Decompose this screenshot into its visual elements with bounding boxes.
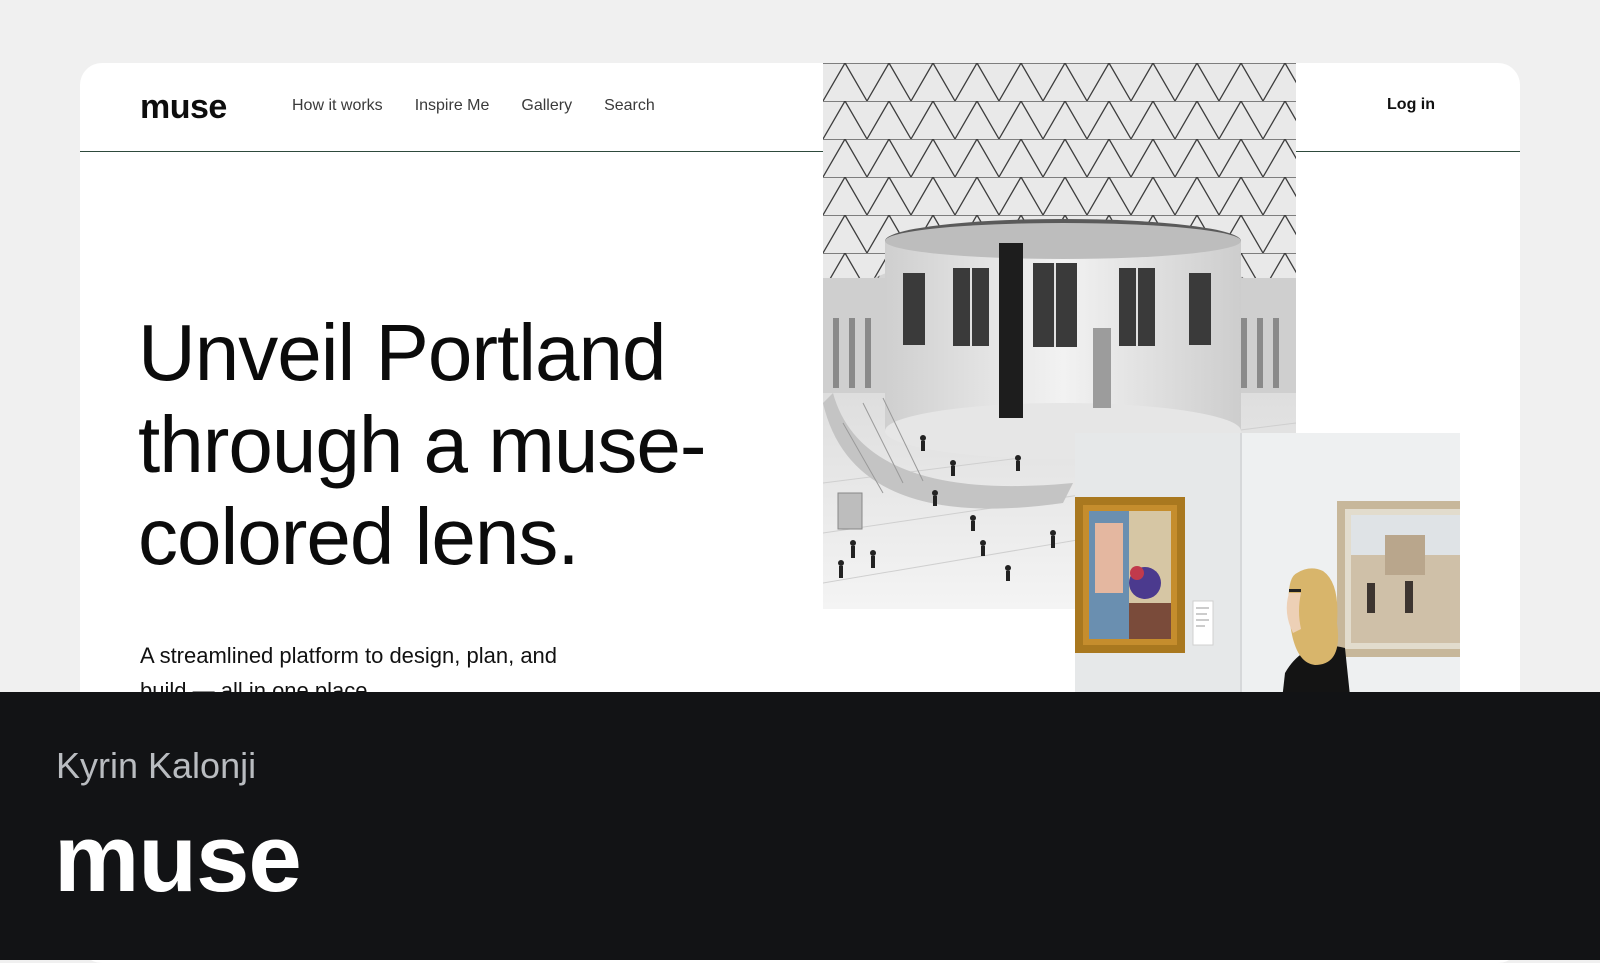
nav-inspire-me[interactable]: Inspire Me [415,96,490,116]
login-link[interactable]: Log in [1375,95,1435,115]
nav-how-it-works[interactable]: How it works [292,96,383,116]
nav-search[interactable]: Search [604,96,655,116]
author-name: Kyrin Kalonji [56,745,257,786]
main-nav: How it works Inspire Me Gallery Search [292,96,655,116]
nav-gallery[interactable]: Gallery [521,96,572,116]
hero-headline: Unveil Portland through a muse-colored l… [138,308,707,581]
site-logo[interactable]: muse [140,87,227,127]
footer-brand: muse [54,805,302,912]
footer-banner: Kyrin Kalonji muse [0,692,1600,960]
nav-divider [80,151,1520,152]
